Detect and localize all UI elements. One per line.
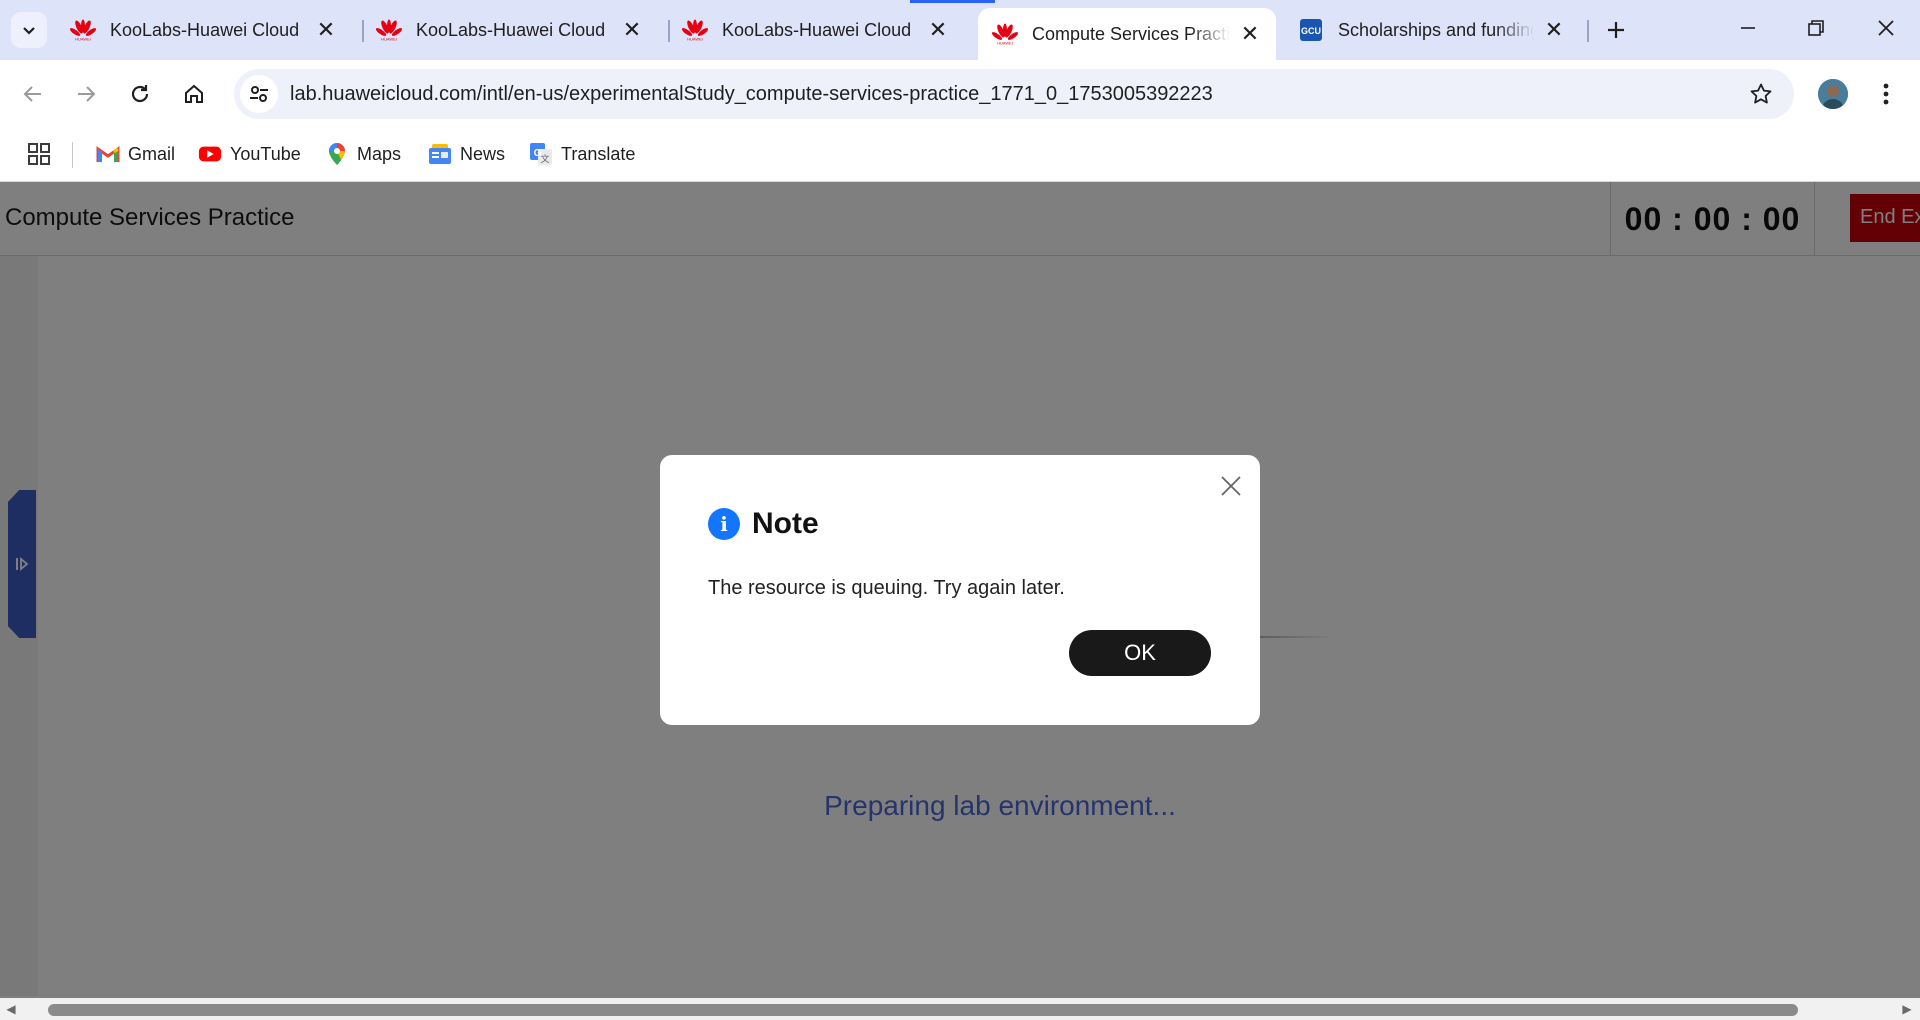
scroll-left-icon[interactable]: ◀: [4, 1002, 18, 1016]
more-vertical-icon: [1883, 83, 1889, 105]
tab-koolabs-1[interactable]: HUAWEI KooLabs-Huawei Cloud ✕: [56, 8, 352, 52]
scroll-right-icon[interactable]: ▶: [1900, 1002, 1914, 1016]
bookmark-label: Maps: [357, 143, 402, 164]
tab-title: KooLabs-Huawei Cloud: [110, 19, 300, 40]
plus-icon: [1608, 22, 1624, 38]
tab-title: KooLabs-Huawei Cloud: [416, 19, 606, 40]
tab-search-button[interactable]: [11, 12, 47, 48]
person-avatar-icon: [1818, 79, 1848, 109]
tune-icon: [250, 86, 268, 102]
bookmark-news[interactable]: News: [428, 138, 505, 170]
tab-title: KooLabs-Huawei Cloud: [722, 19, 912, 40]
dialog-message: The resource is queuing. Try again later…: [708, 577, 1065, 599]
svg-text:HUAWEI: HUAWEI: [75, 37, 91, 42]
bookmark-youtube[interactable]: YouTube: [198, 138, 301, 170]
home-icon: [185, 84, 203, 103]
bookmarks-bar: Gmail YouTube Maps News G文 Translate: [0, 128, 1920, 182]
note-dialog: i Note The resource is queuing. Try agai…: [660, 455, 1260, 725]
tab-koolabs-3[interactable]: HUAWEI KooLabs-Huawei Cloud ✕: [668, 8, 964, 52]
minimize-icon: [1741, 27, 1755, 29]
tab-title: Scholarships and funding: [1338, 19, 1534, 40]
reload-button[interactable]: [120, 74, 160, 114]
close-icon: [1878, 20, 1894, 36]
huawei-logo-icon: HUAWEI: [376, 17, 402, 43]
back-button[interactable]: [13, 74, 53, 114]
svg-text:GCU: GCU: [1301, 26, 1321, 36]
arrow-left-icon: [23, 86, 41, 102]
gcu-logo-icon: GCU: [1298, 17, 1324, 43]
tab-koolabs-2[interactable]: HUAWEI KooLabs-Huawei Cloud ✕: [362, 8, 658, 52]
svg-text:HUAWEI: HUAWEI: [381, 37, 397, 42]
restore-icon: [1808, 20, 1824, 36]
bookmark-gmail[interactable]: Gmail: [96, 138, 175, 170]
star-icon: [1750, 83, 1772, 104]
close-tab-icon[interactable]: ✕: [926, 17, 950, 42]
minimize-button[interactable]: [1720, 8, 1776, 48]
lab-page: Compute Services Practice 00 : 00 : 00 E…: [0, 182, 1920, 1020]
tab-title: Compute Services Practice: [1032, 23, 1230, 44]
apps-grid-icon[interactable]: [26, 141, 52, 167]
tab-scholarships[interactable]: GCU Scholarships and funding ✕: [1284, 8, 1580, 52]
huawei-logo-icon: HUAWEI: [682, 17, 708, 43]
close-tab-icon[interactable]: ✕: [620, 17, 644, 42]
tab-strip: HUAWEI KooLabs-Huawei Cloud ✕ HUAWEI Koo…: [0, 0, 1920, 60]
horizontal-scrollbar[interactable]: ◀ ▶: [0, 998, 1920, 1020]
profile-avatar[interactable]: [1818, 79, 1848, 109]
forward-button[interactable]: [66, 74, 106, 114]
maps-icon: [325, 142, 349, 166]
svg-text:HUAWEI: HUAWEI: [687, 37, 703, 42]
bookmark-star-button[interactable]: [1748, 81, 1774, 107]
bookmarks-separator: [72, 142, 73, 168]
dialog-header: i Note: [708, 507, 819, 541]
tab-compute-services-practice[interactable]: HUAWEI Compute Services Practice ✕: [978, 8, 1276, 60]
info-icon: i: [708, 508, 740, 540]
close-tab-icon[interactable]: ✕: [314, 17, 338, 42]
dialog-close-button[interactable]: [1216, 471, 1246, 501]
svg-text:HUAWEI: HUAWEI: [997, 41, 1013, 46]
translate-icon: G文: [529, 142, 553, 166]
bookmark-translate[interactable]: G文 Translate: [529, 138, 635, 170]
close-tab-icon[interactable]: ✕: [1238, 21, 1262, 46]
tab-separator: [1587, 20, 1589, 42]
gmail-icon: [96, 142, 120, 166]
arrow-right-icon: [78, 86, 96, 102]
bookmark-label: Translate: [561, 143, 636, 164]
close-window-button[interactable]: [1858, 8, 1914, 48]
address-bar[interactable]: lab.huaweicloud.com/intl/en-us/experimen…: [234, 69, 1794, 119]
scrollbar-thumb[interactable]: [48, 1004, 1798, 1016]
huawei-logo-icon: HUAWEI: [992, 21, 1018, 47]
bookmark-label: News: [460, 143, 506, 164]
bookmark-label: Gmail: [128, 143, 176, 164]
reload-icon: [131, 85, 149, 103]
youtube-icon: [198, 142, 222, 166]
bookmark-label: YouTube: [230, 143, 301, 164]
site-info-button[interactable]: [240, 75, 278, 113]
url-text[interactable]: lab.huaweicloud.com/intl/en-us/experimen…: [290, 83, 1213, 106]
restore-button[interactable]: [1788, 8, 1844, 48]
news-icon: [428, 142, 452, 166]
tab-loading-indicator: [910, 0, 995, 3]
close-tab-icon[interactable]: ✕: [1542, 17, 1566, 42]
chevron-down-icon: [23, 27, 35, 35]
new-tab-button[interactable]: [1598, 12, 1634, 48]
bookmark-maps[interactable]: Maps: [325, 138, 401, 170]
dialog-title: Note: [752, 507, 819, 540]
home-button[interactable]: [174, 74, 214, 114]
browser-menu-button[interactable]: [1872, 74, 1900, 114]
huawei-logo-icon: HUAWEI: [70, 17, 96, 43]
browser-toolbar: lab.huaweicloud.com/intl/en-us/experimen…: [0, 60, 1920, 128]
ok-button[interactable]: OK: [1069, 630, 1211, 676]
svg-text:文: 文: [540, 153, 549, 165]
close-icon: [1221, 476, 1241, 496]
